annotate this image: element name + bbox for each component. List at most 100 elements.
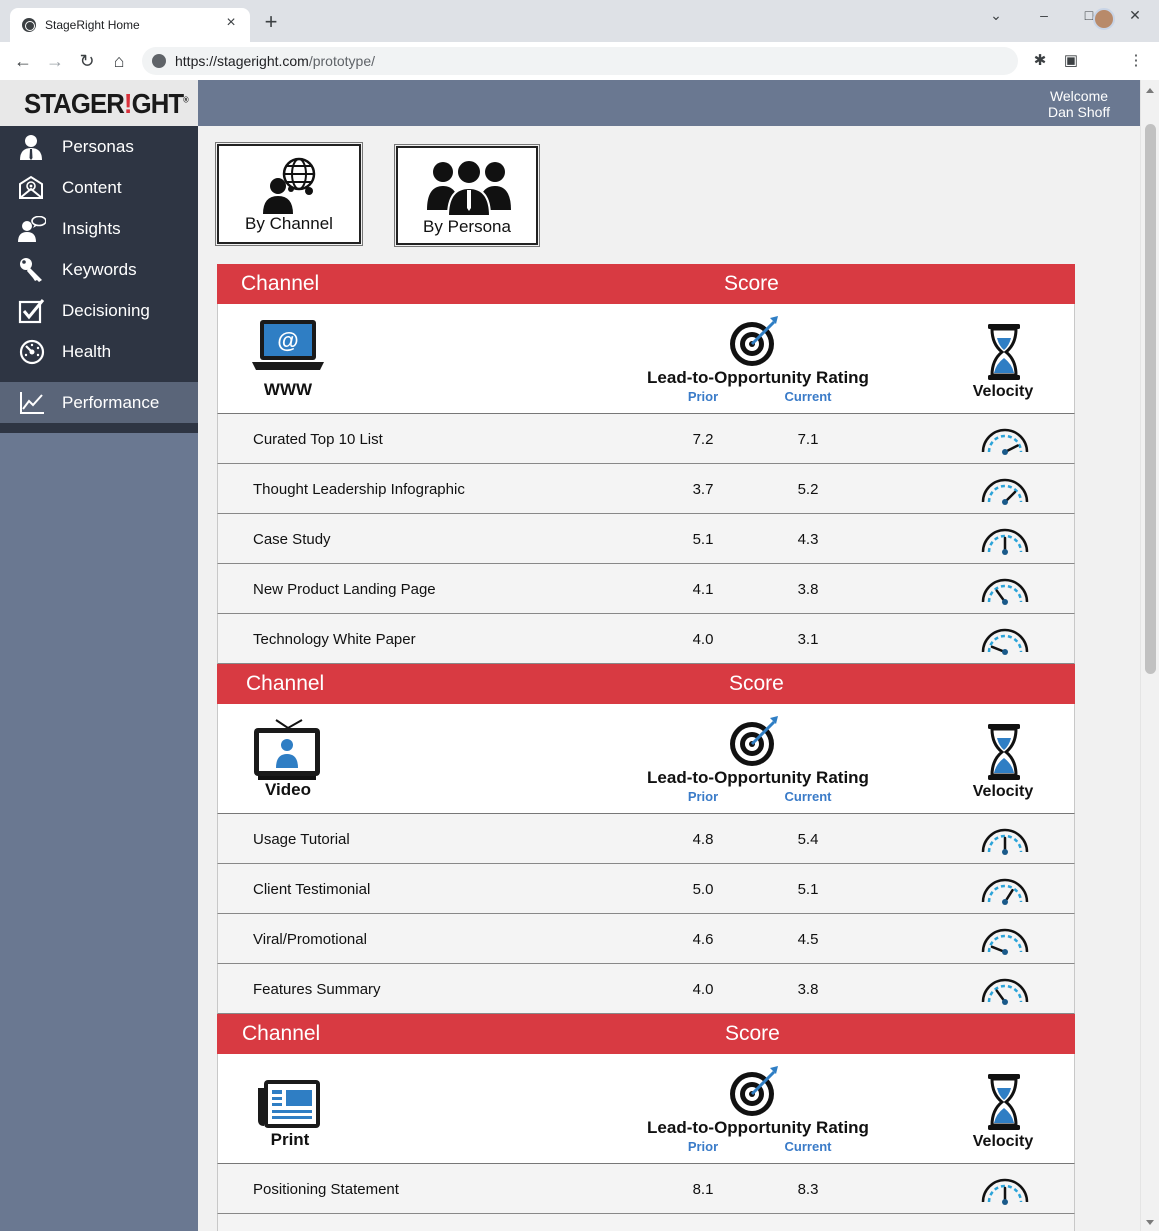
new-tab-icon[interactable]: + bbox=[261, 11, 281, 33]
hourglass-icon bbox=[988, 324, 1020, 380]
content-name: Positioning Statement bbox=[253, 1181, 399, 1198]
sidebar-item-personas[interactable]: Personas bbox=[0, 126, 198, 167]
current-score: 3.1 bbox=[797, 631, 819, 648]
current-score: 5.2 bbox=[797, 481, 819, 498]
table-row[interactable]: Viral/Promotional 4.6 4.5 bbox=[217, 914, 1075, 964]
newspaper-icon bbox=[258, 1080, 320, 1128]
section-header: Channel Score bbox=[217, 664, 1075, 704]
current-label: Current bbox=[784, 389, 832, 404]
current-score: 4.3 bbox=[797, 531, 819, 548]
tab-title: StageRight Home bbox=[45, 18, 140, 32]
envelope-at-icon bbox=[19, 175, 43, 199]
channel-header: Channel bbox=[242, 1022, 321, 1045]
score-header: Score bbox=[725, 1022, 780, 1045]
current-score: 7.1 bbox=[797, 431, 819, 448]
gauge-icon bbox=[978, 1226, 1032, 1231]
table-row[interactable]: Usage Tutorial 4.8 5.4 bbox=[217, 814, 1075, 864]
tv-person-icon bbox=[254, 719, 320, 780]
velocity-gauge-icon bbox=[981, 1178, 1029, 1205]
channel-name: WWW bbox=[263, 380, 313, 399]
prior-label: Prior bbox=[687, 1139, 719, 1154]
prior-label: Prior bbox=[687, 389, 719, 404]
channel-globe-icon bbox=[263, 157, 316, 214]
velocity-label: Velocity bbox=[972, 783, 1034, 800]
laptop-at-icon: @ bbox=[252, 320, 324, 370]
extensions-icon[interactable]: ✱ bbox=[1029, 50, 1051, 72]
page-scrollbar[interactable] bbox=[1140, 80, 1159, 1231]
velocity-gauge-icon bbox=[981, 428, 1029, 455]
group-people-icon bbox=[427, 159, 511, 216]
content-name: Viral/Promotional bbox=[253, 931, 367, 948]
velocity-gauge-icon bbox=[981, 878, 1029, 905]
table-row[interactable]: Client Testimonial 5.0 5.1 bbox=[217, 864, 1075, 914]
content-name: Features Summary bbox=[253, 981, 381, 998]
rating-label: Lead-to-Opportunity Rating bbox=[647, 368, 869, 387]
target-icon bbox=[730, 1066, 778, 1116]
table-row[interactable]: Features Summary 4.0 3.8 bbox=[217, 964, 1075, 1014]
score-header: Score bbox=[724, 272, 779, 295]
by-persona-button[interactable]: By Persona bbox=[394, 144, 540, 247]
forward-icon[interactable]: → bbox=[44, 50, 66, 72]
table-row-partial bbox=[217, 1214, 1075, 1231]
channel-header: Channel bbox=[241, 272, 320, 295]
content-name: Usage Tutorial bbox=[253, 831, 350, 848]
tab-search-icon[interactable]: ⌄ bbox=[985, 4, 1007, 26]
logo-box: STAGER!GHT® bbox=[0, 80, 198, 126]
table-row[interactable]: Curated Top 10 List 7.2 7.1 bbox=[217, 414, 1075, 464]
table-row[interactable]: New Product Landing Page 4.1 3.8 bbox=[217, 564, 1075, 614]
stageright-logo[interactable]: STAGER!GHT® bbox=[24, 88, 189, 120]
velocity-gauge-icon bbox=[981, 978, 1029, 1005]
section-rows: Curated Top 10 List 7.2 7.1 Thought Leaders… bbox=[217, 414, 1075, 664]
svg-text:@: @ bbox=[277, 328, 298, 353]
prior-score: 7.2 bbox=[692, 431, 714, 448]
score-header: Score bbox=[729, 672, 784, 695]
scroll-thumb[interactable] bbox=[1145, 124, 1156, 674]
table-row[interactable]: Thought Leadership Infographic 3.7 5.2 bbox=[217, 464, 1075, 514]
top-bar: Welcome Dan Shoff bbox=[198, 80, 1140, 126]
close-window-icon[interactable]: ✕ bbox=[1124, 4, 1146, 26]
target-icon bbox=[730, 716, 778, 766]
velocity-gauge-icon bbox=[981, 578, 1029, 605]
table-row[interactable]: Technology White Paper 4.0 3.1 bbox=[217, 614, 1075, 664]
section-rows: Usage Tutorial 4.8 5.4 Client Testimonial 5.… bbox=[217, 814, 1075, 1014]
reload-icon[interactable]: ↻ bbox=[76, 50, 98, 72]
site-info-icon[interactable] bbox=[152, 54, 166, 68]
browser-tab[interactable]: StageRight Home × bbox=[10, 8, 250, 42]
channel-name: Print bbox=[270, 1130, 310, 1149]
more-menu-icon[interactable]: ⋮ bbox=[1125, 50, 1147, 72]
current-score: 5.4 bbox=[797, 831, 819, 848]
scroll-up-icon[interactable] bbox=[1146, 88, 1154, 93]
address-bar[interactable]: https://stageright.com/prototype/ bbox=[142, 47, 1018, 75]
table-row[interactable]: Positioning Statement 8.1 8.3 bbox=[217, 1164, 1075, 1214]
prior-label: Prior bbox=[687, 789, 719, 804]
prior-score: 4.8 bbox=[692, 831, 714, 848]
content-name: Thought Leadership Infographic bbox=[253, 481, 465, 498]
velocity-label: Velocity bbox=[972, 1133, 1034, 1150]
close-tab-icon[interactable]: × bbox=[222, 14, 240, 32]
home-icon[interactable]: ⌂ bbox=[108, 50, 130, 72]
section-header: Channel Score bbox=[217, 264, 1075, 304]
sidebar-item-insights[interactable]: Insights bbox=[0, 208, 198, 249]
channel-score-table: Channel Score @ WWW Lead-to-Opportunity … bbox=[217, 264, 1075, 1231]
current-score: 5.1 bbox=[797, 881, 819, 898]
current-label: Current bbox=[784, 789, 832, 804]
content-name: New Product Landing Page bbox=[253, 581, 436, 598]
sidebar-item-keywords[interactable]: Keywords bbox=[0, 249, 198, 290]
profile-avatar[interactable] bbox=[1093, 8, 1115, 30]
content-name: Technology White Paper bbox=[253, 631, 416, 648]
by-channel-button[interactable]: By Channel bbox=[215, 142, 363, 246]
user-name: Dan Shoff bbox=[1047, 104, 1110, 120]
side-panel-icon[interactable]: ▣ bbox=[1060, 50, 1082, 72]
minimize-icon[interactable]: – bbox=[1033, 4, 1055, 26]
back-icon[interactable]: ← bbox=[12, 50, 34, 72]
channel-header-row: @ WWW Lead-to-Opportunity Rating Prior C… bbox=[217, 304, 1075, 414]
speech-person-icon bbox=[18, 216, 46, 242]
sidebar-item-decisioning[interactable]: Decisioning bbox=[0, 290, 198, 331]
sidebar-item-health[interactable]: Health bbox=[0, 331, 198, 372]
sidebar-item-content[interactable]: Content bbox=[0, 167, 198, 208]
sidebar-item-performance[interactable]: Performance bbox=[0, 382, 198, 423]
prior-score: 4.0 bbox=[692, 981, 714, 998]
key-icon bbox=[20, 258, 42, 282]
scroll-down-icon[interactable] bbox=[1146, 1220, 1154, 1225]
table-row[interactable]: Case Study 5.1 4.3 bbox=[217, 514, 1075, 564]
